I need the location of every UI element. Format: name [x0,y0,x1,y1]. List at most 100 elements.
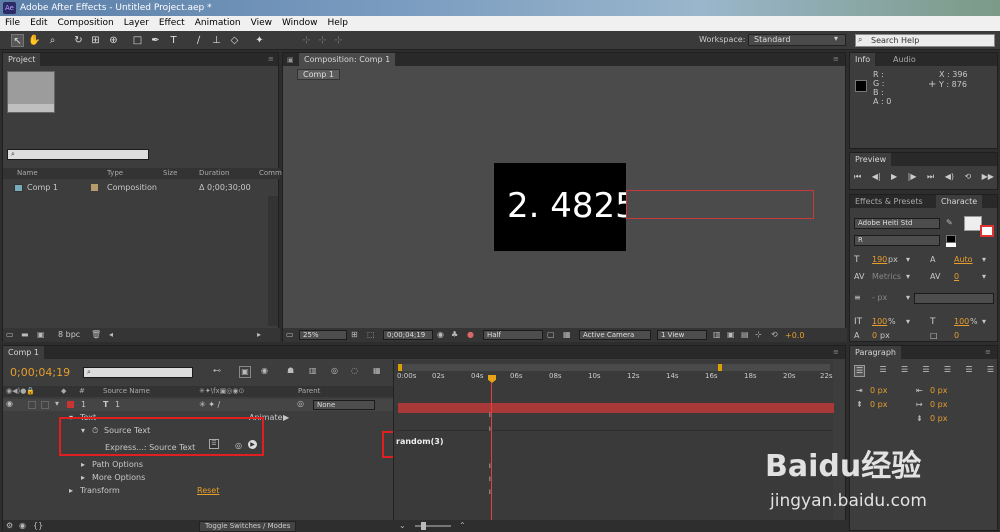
twirl-open-icon[interactable]: ▾ [55,399,59,409]
stroke-color-swatch[interactable] [980,225,994,237]
menu-layer[interactable]: Layer [119,16,154,31]
justify-all-icon[interactable]: ☰ [987,365,994,377]
tab-project[interactable]: Project [3,53,41,66]
justify-last-right-icon[interactable]: ☰ [965,365,972,377]
kerning-value[interactable]: Metrics [872,272,901,281]
justify-last-center-icon[interactable]: ☰ [944,365,951,377]
comp-mini-flowchart-icon[interactable]: ⊷ [213,366,221,376]
chevron-down-icon[interactable]: ▾ [982,255,986,264]
loop-icon[interactable]: ⟲ [964,172,971,184]
zoom-in-icon[interactable]: ⌃ [459,521,466,531]
column-type[interactable]: Type [107,168,123,179]
current-time-field[interactable]: 0;00;04;19 [383,330,433,340]
workspace-select[interactable]: Standard [748,34,846,46]
last-frame-icon[interactable]: ⏭ [927,172,934,184]
menu-view[interactable]: View [246,16,277,31]
menu-composition[interactable]: Composition [53,16,119,31]
more-options-group[interactable]: More Options [92,473,145,482]
toggle-switches-modes-button[interactable]: Toggle Switches / Modes [199,521,297,532]
clone-stamp-tool-icon[interactable]: ⊥ [210,34,223,47]
animate-menu-icon[interactable]: ▶ [283,413,289,422]
view-layout-select[interactable]: 1 View [657,330,707,340]
parent-select[interactable]: None [313,400,375,410]
brush-tool-icon[interactable]: ∕ [192,34,205,47]
tab-audio[interactable]: Audio [888,53,921,66]
rectangle-tool-icon[interactable]: □ [131,34,144,47]
twirl-transform-icon[interactable]: ▸ [69,486,73,495]
new-composition-icon[interactable]: ▣ [37,330,45,340]
text-layer-preview[interactable]: 2. 48256 [507,185,626,227]
twirl-more-options-icon[interactable]: ▸ [81,473,85,482]
graph-editor-icon[interactable]: ▦ [373,366,381,376]
chevron-down-icon[interactable]: ▾ [906,272,910,281]
layer-duration-bar[interactable] [398,403,834,413]
camera-tool-icon[interactable]: ⊞ [89,34,102,47]
bpc-toggle[interactable]: 8 bpc [58,330,80,339]
reset-transform-link[interactable]: Reset [197,486,219,495]
white-swatch[interactable] [946,243,956,247]
previous-frame-icon[interactable]: ◀| [872,172,881,184]
snapshot-icon[interactable]: ◉ [437,330,444,340]
time-ruler[interactable]: 0:00s 02s 04s 06s 08s 10s 12s 14s 16s 18… [394,372,834,384]
align-center-icon[interactable]: ☰ [879,365,886,377]
font-family-select[interactable]: Adobe Heiti Std [854,218,940,229]
trash-icon[interactable]: 🗑 [91,330,101,340]
layer-row[interactable]: ◉ ▾ 1 T 1 ✳ ✦ ∕ ◎ None [3,399,393,411]
reset-exposure-icon[interactable]: ⟲ [771,330,778,340]
chevron-down-icon[interactable]: ▾ [982,272,986,281]
tab-composition[interactable]: Composition: Comp 1 [299,53,396,66]
hand-tool-icon[interactable]: ✋ [28,34,41,47]
lock-toggle[interactable] [28,401,36,409]
menu-window[interactable]: Window [277,16,323,31]
transform-group[interactable]: Transform [80,486,120,495]
solo-toggle[interactable] [41,401,49,409]
path-options-group[interactable]: Path Options [92,460,143,469]
twirl-path-options-icon[interactable]: ▸ [81,460,85,469]
black-swatch[interactable] [946,235,956,243]
fast-previews-icon[interactable]: ▣ [727,330,735,340]
project-search-input[interactable]: ⌕ [7,149,149,160]
timeline-icon[interactable]: ▤ [741,330,749,340]
frame-blending-icon[interactable]: ▥ [309,366,317,376]
space-after-value[interactable]: 0 px [930,414,947,423]
horizontal-scale-value[interactable]: 100 [954,317,969,326]
scroll-right-icon[interactable]: ▸ [257,330,261,340]
chevron-down-icon[interactable]: ▾ [906,255,910,264]
safe-zones-icon[interactable]: ⊞ [351,330,358,340]
expression-text[interactable]: random(3) [396,437,443,446]
zoom-out-icon[interactable]: ⌄ [399,521,406,531]
mask-visibility-icon[interactable]: ⬚ [367,330,375,340]
new-folder-icon[interactable]: ▬ [21,330,29,340]
pen-tool-icon[interactable]: ✒ [149,34,162,47]
menu-file[interactable]: File [0,16,25,31]
vertical-scale-value[interactable]: 100 [872,317,887,326]
panel-menu-icon[interactable]: ≡ [268,56,278,63]
live-update-icon[interactable]: ▣ [239,366,251,378]
region-of-interest-icon[interactable]: ▢ [547,330,555,340]
menu-edit[interactable]: Edit [25,16,52,31]
draft-3d-icon[interactable]: ◉ [261,366,268,376]
space-before-value[interactable]: 0 px [870,400,887,409]
tab-timeline-comp[interactable]: Comp 1 [3,346,44,359]
axis-mode-world-icon[interactable]: ⊹ [316,34,329,47]
indent-right-value[interactable]: 0 px [930,386,947,395]
search-help-input[interactable]: Search Help [855,34,995,47]
indent-left-value[interactable]: 0 px [870,386,887,395]
zoom-tool-icon[interactable]: ⌕ [46,34,59,47]
tsume-value[interactable]: 0 [954,331,959,340]
column-size[interactable]: Size [163,168,177,179]
font-style-select[interactable]: R [854,235,940,246]
audio-icon[interactable]: ◀) [945,172,954,184]
panel-menu-icon[interactable]: ≡ [833,56,843,63]
interpret-footage-icon[interactable]: ▭ [6,330,14,340]
pan-behind-tool-icon[interactable]: ⊕ [107,34,120,47]
menu-effect[interactable]: Effect [154,16,190,31]
baseline-shift-value[interactable]: 0 [872,331,877,340]
transparency-grid-icon[interactable]: ▦ [563,330,571,340]
chevron-down-icon[interactable]: ▾ [906,317,910,326]
always-preview-icon[interactable]: ▭ [286,330,294,340]
show-snapshot-icon[interactable]: ♣ [451,330,458,340]
leading-value[interactable]: Auto [954,255,973,264]
toggle-pixel-aspect-icon[interactable]: ▥ [713,330,721,340]
next-frame-icon[interactable]: |▶ [908,172,917,184]
